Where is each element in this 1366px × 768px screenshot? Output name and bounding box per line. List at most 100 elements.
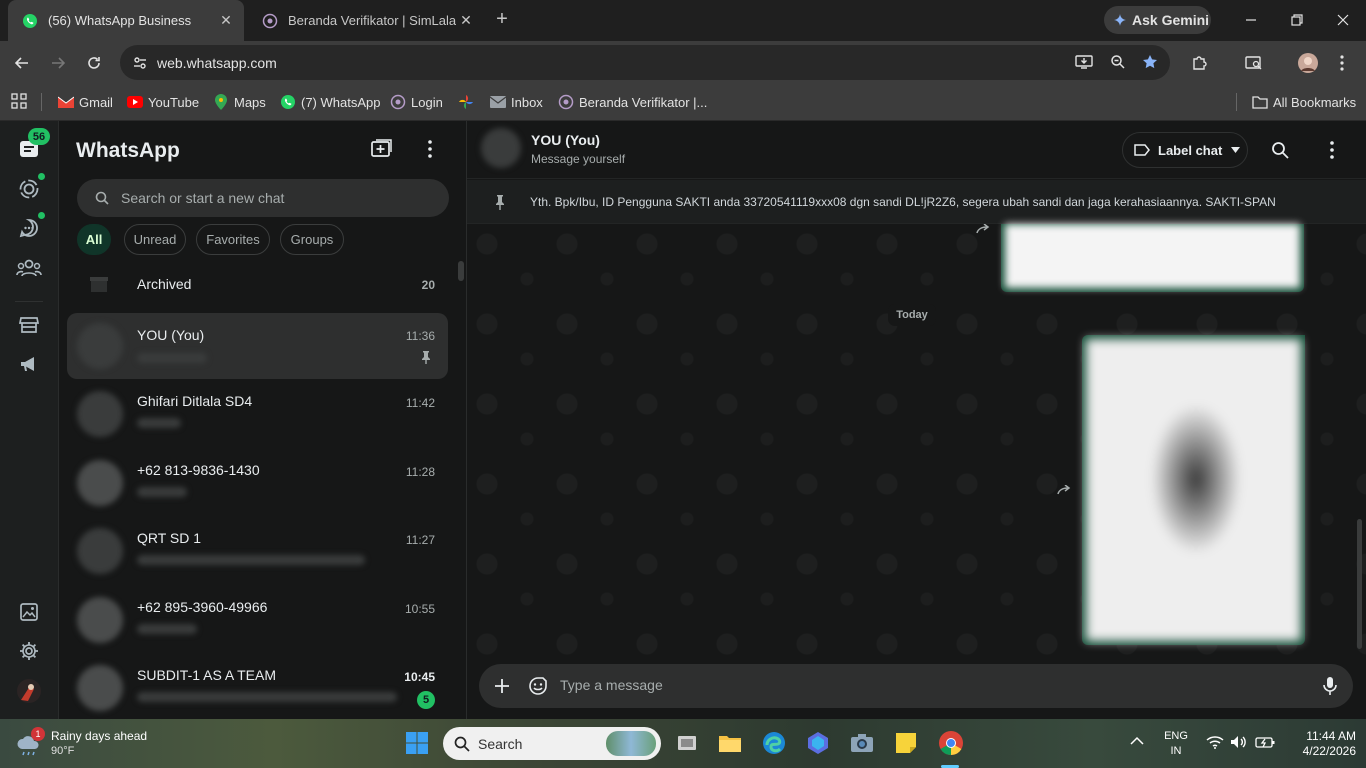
advertise-megaphone-icon[interactable]: [15, 350, 43, 378]
conversation-avatar[interactable]: [481, 128, 521, 168]
windows-taskbar: 1 Rainy days ahead 90°F Search ENG IN 11…: [0, 719, 1366, 768]
chat-row[interactable]: +62 895-3960-49966 10:55: [67, 587, 448, 653]
search-input[interactable]: Search or start a new chat: [77, 179, 449, 217]
new-chat-icon[interactable]: [370, 139, 392, 159]
conversation-header[interactable]: YOU (You) Message yourself Label chat: [467, 121, 1366, 179]
contact-avatar: [77, 665, 123, 711]
label-tag-icon: [1134, 144, 1150, 156]
attach-plus-icon[interactable]: [493, 677, 511, 695]
chats-unread-badge: 56: [28, 128, 50, 145]
conversation-menu-icon[interactable]: [1330, 141, 1334, 159]
close-tab-icon[interactable]: ✕: [456, 11, 476, 31]
new-tab-button[interactable]: +: [492, 9, 512, 30]
address-bar[interactable]: web.whatsapp.com: [120, 45, 1170, 80]
clock[interactable]: 11:44 AM 4/22/2026: [1284, 729, 1356, 759]
label-chat-button[interactable]: Label chat: [1122, 132, 1248, 168]
bookmark-maps[interactable]: Maps: [213, 92, 266, 112]
chat-row[interactable]: +62 813-9836-1430 11:28: [67, 450, 448, 516]
chat-row[interactable]: SUBDIT-1 AS A TEAM 10:45 5: [67, 655, 448, 719]
restore-window-icon[interactable]: [1288, 10, 1306, 30]
filter-groups[interactable]: Groups: [280, 224, 344, 255]
windows-start-icon[interactable]: [402, 728, 432, 758]
back-arrow-icon[interactable]: [8, 49, 36, 77]
chat-time: 10:45: [404, 670, 435, 684]
chat-name: YOU (You): [137, 327, 205, 343]
close-tab-icon[interactable]: ✕: [216, 11, 236, 31]
catalog-store-icon[interactable]: [15, 311, 43, 339]
camera-app-icon[interactable]: [847, 728, 877, 758]
edge-browser-icon[interactable]: [759, 728, 789, 758]
chat-row[interactable]: Ghifari Ditlala SD4 11:42: [67, 381, 448, 447]
battery-charging-icon[interactable]: [1255, 735, 1275, 749]
sticky-notes-icon[interactable]: [891, 728, 921, 758]
forward-arrow-icon[interactable]: [44, 49, 72, 77]
emoji-sticker-icon[interactable]: [528, 676, 548, 696]
language-indicator[interactable]: ENG IN: [1160, 729, 1192, 759]
weather-widget[interactable]: 1 Rainy days ahead 90°F: [14, 727, 154, 761]
chat-name: +62 895-3960-49966: [137, 599, 268, 615]
communities-icon[interactable]: [15, 254, 43, 282]
chat-list-scrollbar[interactable]: [458, 261, 464, 281]
chevron-up-icon[interactable]: [1130, 736, 1144, 745]
forward-icon[interactable]: [1056, 485, 1074, 495]
chat-preview: [137, 555, 365, 565]
messages-scrollbar[interactable]: [1357, 519, 1362, 649]
bookmark-star-icon[interactable]: [1142, 54, 1158, 70]
bookmark-whatsapp[interactable]: (7) WhatsApp: [280, 92, 380, 112]
message-input[interactable]: Type a message: [560, 677, 663, 693]
chat-time: 11:36: [405, 329, 435, 343]
contact-avatar: [77, 528, 123, 574]
chrome-menu-icon[interactable]: [1328, 49, 1356, 77]
bookmark-beranda-verifikator[interactable]: Beranda Verifikator |...: [558, 92, 707, 112]
weather-alert-badge: 1: [31, 727, 45, 741]
url-text: web.whatsapp.com: [157, 55, 277, 71]
pinned-message-bar[interactable]: Yth. Bpk/Ibu, ID Pengguna SAKTI anda 337…: [467, 180, 1366, 224]
profile-photo-avatar[interactable]: [15, 677, 43, 705]
image-message-bubble[interactable]: [1001, 224, 1304, 292]
filter-favorites[interactable]: Favorites: [196, 224, 270, 255]
chat-row[interactable]: QRT SD 1 11:27: [67, 518, 448, 584]
bookmark-pinwheel[interactable]: [458, 92, 479, 112]
chrome-taskbar-icon[interactable]: [936, 728, 966, 758]
volume-icon[interactable]: [1230, 735, 1248, 749]
chat-preview: [137, 418, 181, 428]
reload-icon[interactable]: [80, 49, 108, 77]
extensions-puzzle-icon[interactable]: [1186, 49, 1214, 77]
ask-gemini-button[interactable]: Ask Gemini: [1104, 6, 1211, 34]
minimize-window-icon[interactable]: [1242, 10, 1260, 30]
bookmark-login[interactable]: Login: [390, 92, 443, 112]
settings-gear-icon[interactable]: [15, 637, 43, 665]
image-message-bubble[interactable]: [1082, 335, 1305, 645]
archived-row[interactable]: Archived 20: [67, 263, 448, 305]
task-view-icon[interactable]: [672, 728, 702, 758]
bookmark-gmail[interactable]: Gmail: [58, 92, 113, 112]
contact-avatar: [77, 597, 123, 643]
filter-unread[interactable]: Unread: [124, 224, 186, 255]
all-bookmarks-button[interactable]: All Bookmarks: [1252, 92, 1356, 112]
copilot-app-icon[interactable]: [803, 728, 833, 758]
chevron-down-icon: [1231, 147, 1241, 153]
file-explorer-icon[interactable]: [715, 728, 745, 758]
zoom-icon[interactable]: [1110, 54, 1126, 70]
tab-whatsapp-business[interactable]: (56) WhatsApp Business ✕: [8, 0, 244, 41]
apps-grid-icon[interactable]: [11, 93, 27, 109]
profile-avatar[interactable]: [1294, 49, 1322, 77]
wifi-icon[interactable]: [1206, 735, 1224, 749]
bookmark-youtube[interactable]: YouTube: [127, 92, 199, 112]
forward-icon[interactable]: [975, 224, 993, 234]
search-messages-icon[interactable]: [1271, 141, 1289, 159]
tab-beranda-verifikator[interactable]: Beranda Verifikator | SimLala ✕: [248, 4, 484, 37]
bookmarks-bar: Gmail YouTube Maps (7) WhatsApp Login In…: [0, 84, 1366, 121]
microphone-icon[interactable]: [1323, 676, 1337, 696]
tab-search-icon[interactable]: [1240, 49, 1268, 77]
filter-all[interactable]: All: [77, 224, 111, 255]
menu-kebab-icon[interactable]: [428, 140, 432, 158]
taskbar-search-box[interactable]: Search: [443, 727, 661, 760]
bookmark-inbox[interactable]: Inbox: [490, 92, 543, 112]
chat-row[interactable]: YOU (You) 11:36: [67, 313, 448, 379]
site-settings-icon[interactable]: [132, 55, 148, 71]
media-gallery-icon[interactable]: [15, 598, 43, 626]
close-window-icon[interactable]: [1334, 10, 1352, 30]
install-app-icon[interactable]: [1075, 54, 1093, 70]
label-chat-text: Label chat: [1158, 142, 1223, 158]
